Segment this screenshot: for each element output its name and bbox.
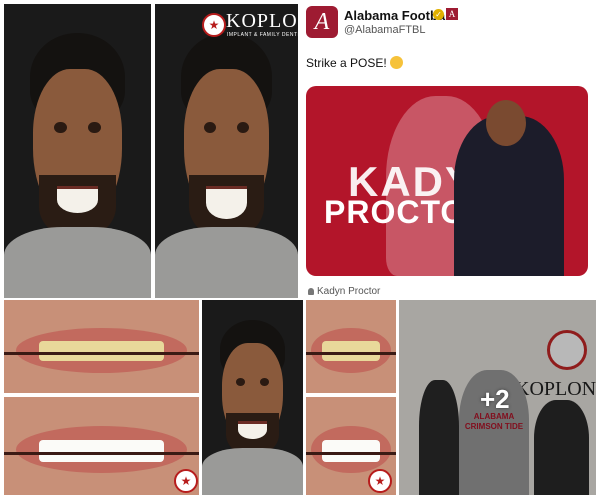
verified-badge-icon: ✓ <box>433 9 444 20</box>
before-portrait-photo[interactable] <box>4 4 151 298</box>
tweet-media-image[interactable]: KADYN PROCTOR <box>306 86 588 276</box>
affiliate-badge-icon: A <box>446 8 458 20</box>
more-photos-count[interactable]: +2 <box>480 384 510 415</box>
tooth-logo-icon: ★ <box>202 13 226 37</box>
tweet-text: Strike a POSE! <box>306 56 403 70</box>
tweet-card[interactable]: A Alabama Football ✓ A @AlabamaFTBL Stri… <box>300 0 600 298</box>
tagged-person-name: Kadyn Proctor <box>317 286 381 297</box>
account-handle[interactable]: @AlabamaFTBL <box>344 24 425 36</box>
teeth-before-photo[interactable] <box>4 300 199 393</box>
alabama-avatar[interactable]: A <box>306 6 338 38</box>
laughing-emoji-icon <box>389 56 403 69</box>
person-icon <box>308 288 314 295</box>
grimace-portrait-photo[interactable] <box>155 4 298 298</box>
tooth-logo-icon: ★ <box>368 469 392 493</box>
after-portrait-photo[interactable] <box>202 300 303 495</box>
teeth-after-photo[interactable] <box>4 397 199 495</box>
tagged-person[interactable]: Kadyn Proctor <box>308 286 380 297</box>
teeth-closeup-before-photo[interactable] <box>306 300 396 393</box>
tooth-logo-icon: ★ <box>174 469 198 493</box>
tweet-text-content: Strike a POSE! <box>306 56 387 70</box>
